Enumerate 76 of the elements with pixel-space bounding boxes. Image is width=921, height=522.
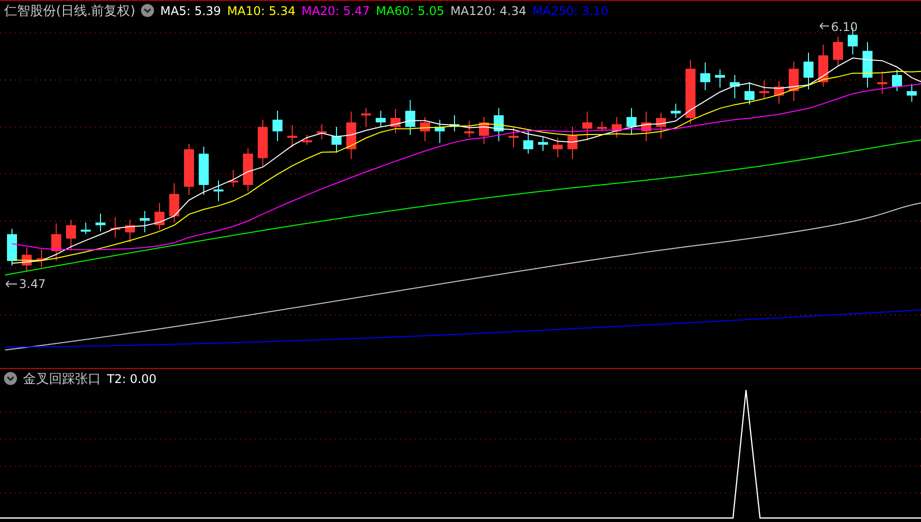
candlestick [862, 41, 872, 88]
moving-average-value: MA20: 5.47 [301, 4, 370, 18]
indicator-value: T2: 0.00 [107, 372, 157, 386]
high-price-label: 6.10 [831, 20, 858, 34]
candlestick [568, 126, 578, 160]
candlestick [715, 69, 725, 88]
candlestick [302, 134, 312, 146]
candlestick [22, 247, 32, 272]
candlestick [140, 210, 150, 233]
candlestick [612, 116, 622, 138]
candlestick [479, 116, 489, 144]
candlestick [744, 82, 754, 106]
low-price-label: 3.47 [19, 277, 46, 291]
candlestick [80, 222, 91, 235]
candlestick [597, 121, 607, 132]
candlestick [51, 222, 62, 262]
candlestick [626, 108, 636, 136]
candlestick [125, 219, 135, 243]
candlestick [316, 124, 327, 140]
candlestick [877, 70, 888, 94]
candlestick [405, 100, 416, 136]
candlestick [774, 80, 784, 104]
moving-average-value: MA5: 5.39 [160, 4, 222, 18]
chevron-down-icon[interactable] [141, 4, 154, 17]
arrow-icon [820, 22, 830, 30]
candlestick [66, 219, 76, 251]
moving-average-value: MA250: 3.10 [532, 4, 608, 18]
candlestick [582, 111, 592, 141]
stock-title: 仁智股份(日线.前复权) [4, 2, 136, 20]
moving-average-value: MA10: 5.34 [227, 4, 296, 18]
candlestick [656, 112, 666, 139]
candlestick [243, 148, 253, 192]
candlestick [641, 111, 652, 142]
candlestick [464, 120, 474, 138]
candlestick [36, 248, 46, 268]
candlestick [7, 228, 17, 266]
candlestick [700, 62, 710, 91]
candlestick [390, 108, 400, 134]
candlestick [686, 59, 696, 125]
candlestick [906, 83, 917, 102]
arrow-icon [6, 280, 18, 288]
candlestick [96, 213, 106, 232]
candlestick [169, 182, 180, 224]
candlestick [258, 119, 268, 167]
indicator-title: 金叉回踩张口 [23, 370, 101, 388]
candlestick [361, 108, 371, 128]
candlestick [420, 116, 430, 142]
candlestick [804, 52, 814, 90]
candlestick [214, 180, 224, 202]
chevron-down-icon[interactable] [4, 372, 17, 385]
candlestick [523, 129, 534, 154]
candlestick [494, 108, 504, 142]
candlestick [892, 69, 902, 92]
candlestick [818, 44, 828, 88]
moving-average-value: MA60: 5.05 [376, 4, 444, 18]
candlestick [730, 74, 740, 99]
moving-average-value: MA120: 4.34 [450, 4, 526, 18]
candlestick [272, 110, 282, 142]
candlestick [154, 202, 164, 230]
candlestick [759, 80, 770, 100]
candlestick [434, 119, 445, 144]
candlestick [110, 216, 120, 238]
candlestick [198, 146, 209, 196]
candlestick [450, 114, 460, 132]
candlestick [346, 111, 356, 160]
candlestick [376, 110, 386, 128]
candlestick [332, 126, 342, 154]
candlestick [552, 137, 563, 158]
candlestick [508, 126, 518, 148]
candlestick [184, 143, 194, 196]
candlestick [833, 36, 843, 67]
candlestick [670, 103, 681, 118]
candlestick [538, 136, 548, 152]
candlestick [228, 169, 238, 188]
candlestick [287, 124, 298, 148]
candlestick [788, 61, 799, 102]
